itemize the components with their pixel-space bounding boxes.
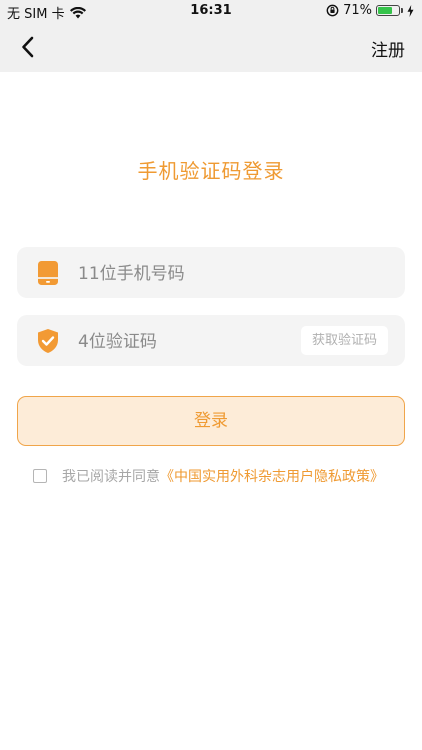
privacy-policy-link[interactable]: 《中国实用外科杂志用户隐私政策》 (160, 466, 384, 486)
code-input[interactable] (76, 315, 300, 368)
status-bar: 无 SIM 卡 16:31 71% (0, 0, 422, 22)
chevron-left-icon (22, 36, 34, 58)
page-title: 手机验证码登录 (137, 159, 285, 183)
orientation-lock-icon (326, 4, 339, 17)
agreement-text: 我已阅读并同意 (62, 469, 160, 485)
agreement-checkbox[interactable] (33, 469, 47, 483)
back-button[interactable] (14, 32, 44, 62)
charging-bolt-icon (407, 4, 414, 17)
phone-input[interactable] (76, 247, 300, 300)
phone-field (17, 247, 405, 300)
code-field: 获取验证码 (17, 315, 405, 368)
battery-percent: 71% (343, 3, 372, 18)
register-link[interactable]: 注册 (371, 36, 405, 61)
battery-icon (376, 5, 400, 16)
login-button[interactable]: 登录 (17, 396, 405, 446)
battery-tip (401, 8, 403, 13)
shield-check-icon (38, 329, 58, 353)
get-code-button[interactable]: 获取验证码 (301, 326, 388, 355)
battery-fill (378, 7, 392, 14)
status-right: 71% (326, 3, 414, 18)
phone-icon (38, 261, 58, 285)
agreement-row: 我已阅读并同意 《中国实用外科杂志用户隐私政策》 (33, 466, 384, 486)
nav-bar: 注册 (0, 22, 422, 72)
